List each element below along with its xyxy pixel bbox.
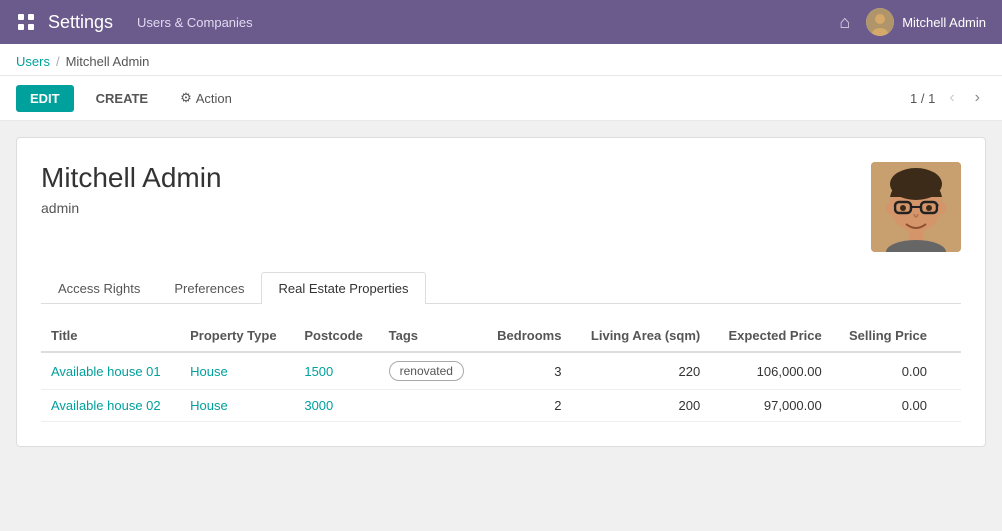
topbar-nav-users-companies[interactable]: Users & Companies xyxy=(137,15,253,30)
col-header-tags: Tags xyxy=(379,320,481,352)
cell-postcode[interactable]: 1500 xyxy=(294,352,378,390)
breadcrumb-current: Mitchell Admin xyxy=(66,54,150,69)
cell-title[interactable]: Available house 01 xyxy=(41,352,180,390)
cell-tags xyxy=(379,390,481,422)
app-title: Settings xyxy=(48,12,113,33)
gear-icon: ⚙ xyxy=(180,90,192,106)
user-photo xyxy=(871,162,961,252)
cell-property-type[interactable]: House xyxy=(180,390,294,422)
topbar-username: Mitchell Admin xyxy=(902,15,986,30)
table-row: Available house 02 House 3000 2 200 97,0… xyxy=(41,390,961,422)
home-icon[interactable]: ⌂ xyxy=(839,12,850,33)
tab-real-estate-properties[interactable]: Real Estate Properties xyxy=(261,272,425,304)
cell-row-actions xyxy=(937,390,961,422)
breadcrumb-parent[interactable]: Users xyxy=(16,54,50,69)
col-header-property-type: Property Type xyxy=(180,320,294,352)
avatar xyxy=(866,8,894,36)
col-header-postcode: Postcode xyxy=(294,320,378,352)
main-content: Mitchell Admin admin xyxy=(0,121,1002,463)
cell-bedrooms: 2 xyxy=(481,390,571,422)
user-menu[interactable]: Mitchell Admin xyxy=(866,8,986,36)
table-header-row: Title Property Type Postcode Tags Bedroo… xyxy=(41,320,961,352)
breadcrumb-separator: / xyxy=(56,54,60,69)
cell-living-area: 200 xyxy=(571,390,710,422)
cell-bedrooms: 3 xyxy=(481,352,571,390)
topbar: Settings Users & Companies ⌂ Mitchell Ad… xyxy=(0,0,1002,44)
cell-living-area: 220 xyxy=(571,352,710,390)
cell-selling-price: 0.00 xyxy=(832,390,937,422)
table-row: Available house 01 House 1500 renovated … xyxy=(41,352,961,390)
user-info: Mitchell Admin admin xyxy=(41,162,222,216)
col-header-actions xyxy=(937,320,961,352)
cell-row-actions xyxy=(937,352,961,390)
next-page-button[interactable]: › xyxy=(969,87,986,109)
user-header: Mitchell Admin admin xyxy=(41,162,961,252)
cell-title[interactable]: Available house 02 xyxy=(41,390,180,422)
cell-tags: renovated xyxy=(379,352,481,390)
tag-badge: renovated xyxy=(389,361,464,381)
cell-expected-price: 106,000.00 xyxy=(710,352,832,390)
cell-expected-price: 97,000.00 xyxy=(710,390,832,422)
grid-menu-icon[interactable] xyxy=(16,12,36,32)
breadcrumb: Users / Mitchell Admin xyxy=(0,44,1002,76)
properties-table: Title Property Type Postcode Tags Bedroo… xyxy=(41,320,961,422)
tab-access-rights[interactable]: Access Rights xyxy=(41,272,157,304)
create-button[interactable]: CREATE xyxy=(82,85,162,112)
actionbar: EDIT CREATE ⚙ Action 1 / 1 ‹ › xyxy=(0,76,1002,121)
edit-button[interactable]: EDIT xyxy=(16,85,74,112)
col-header-selling-price: Selling Price xyxy=(832,320,937,352)
col-header-living-area: Living Area (sqm) xyxy=(571,320,710,352)
col-header-title: Title xyxy=(41,320,180,352)
cell-postcode[interactable]: 3000 xyxy=(294,390,378,422)
tab-preferences[interactable]: Preferences xyxy=(157,272,261,304)
col-header-bedrooms: Bedrooms xyxy=(481,320,571,352)
topbar-right: ⌂ Mitchell Admin xyxy=(839,8,986,36)
pagination-count: 1 / 1 xyxy=(910,91,935,106)
action-button[interactable]: ⚙ Action xyxy=(170,84,242,112)
user-name: Mitchell Admin xyxy=(41,162,222,194)
user-login: admin xyxy=(41,200,222,216)
pagination: 1 / 1 ‹ › xyxy=(910,87,986,109)
cell-property-type[interactable]: House xyxy=(180,352,294,390)
record-card: Mitchell Admin admin xyxy=(16,137,986,447)
col-header-expected-price: Expected Price xyxy=(710,320,832,352)
cell-selling-price: 0.00 xyxy=(832,352,937,390)
tabs: Access Rights Preferences Real Estate Pr… xyxy=(41,272,961,304)
prev-page-button[interactable]: ‹ xyxy=(943,87,960,109)
